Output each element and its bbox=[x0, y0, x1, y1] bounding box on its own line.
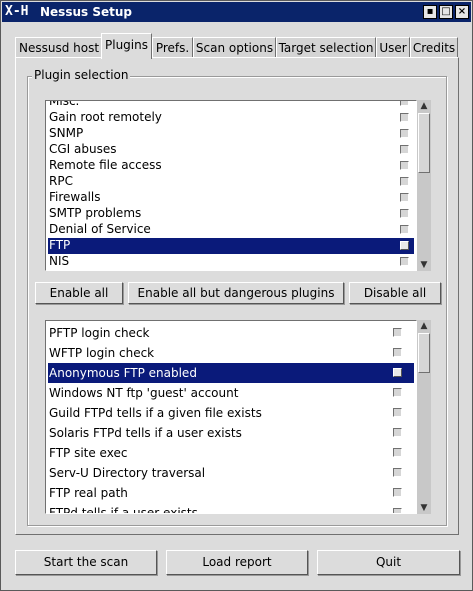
title-bar[interactable]: X-H Nessus Setup ▪ □ × bbox=[2, 2, 471, 22]
list-item-snmp[interactable]: SNMP bbox=[48, 126, 414, 142]
list-item-ftpd-user-exists[interactable]: FTPd tells if a user exists bbox=[48, 503, 414, 514]
list-item-label: Gain root remotely bbox=[49, 110, 162, 124]
list-item-guild-ftpd-file-exists[interactable]: Guild FTPd tells if a given file exists bbox=[48, 403, 414, 423]
list-item-label: Windows NT ftp 'guest' account bbox=[49, 386, 239, 400]
list-item-gain-root-remotely[interactable]: Gain root remotely bbox=[48, 110, 414, 126]
list-item-anonymous-ftp-enabled[interactable]: Anonymous FTP enabled bbox=[48, 363, 414, 383]
family-checkbox[interactable] bbox=[400, 177, 409, 186]
list-item-label: WFTP login check bbox=[49, 346, 155, 360]
plugin-selection-label: Plugin selection bbox=[32, 68, 131, 82]
list-item-firewalls[interactable]: Firewalls bbox=[48, 190, 414, 206]
plugin-checkbox[interactable] bbox=[393, 468, 402, 477]
list-item-pftp-login-check[interactable]: PFTP login check bbox=[48, 323, 414, 343]
close-button[interactable]: × bbox=[455, 5, 469, 19]
list-item-label: Serv-U Directory traversal bbox=[49, 466, 206, 480]
list-item-label: Denial of Service bbox=[49, 222, 151, 236]
family-list-scrollbar[interactable]: ▲ ▼ bbox=[417, 100, 431, 271]
enable-all-button[interactable]: Enable all bbox=[35, 282, 123, 304]
plugin-family-list[interactable]: Misc. Gain root remotely SNMP CGI abuses… bbox=[45, 100, 417, 271]
load-report-button[interactable]: Load report bbox=[166, 550, 308, 575]
plugin-checkbox[interactable] bbox=[393, 348, 402, 357]
family-checkbox[interactable] bbox=[400, 161, 409, 170]
list-item-denial-of-service[interactable]: Denial of Service bbox=[48, 222, 414, 238]
list-item-label: Firewalls bbox=[49, 190, 101, 204]
list-item-label: FTP site exec bbox=[49, 446, 128, 460]
list-item-wftp-login-check[interactable]: WFTP login check bbox=[48, 343, 414, 363]
list-item-solaris-ftpd-user-exists[interactable]: Solaris FTPd tells if a user exists bbox=[48, 423, 414, 443]
family-checkbox[interactable] bbox=[400, 209, 409, 218]
scroll-thumb[interactable] bbox=[418, 333, 430, 373]
app-icon[interactable]: X-H bbox=[5, 4, 31, 20]
list-item-cgi-abuses[interactable]: CGI abuses bbox=[48, 142, 414, 158]
scroll-down-arrow-icon[interactable]: ▼ bbox=[417, 259, 431, 271]
list-item-label: Guild FTPd tells if a given file exists bbox=[49, 406, 262, 420]
plugin-checkbox[interactable] bbox=[393, 428, 402, 437]
minimize-button[interactable]: ▪ bbox=[423, 5, 437, 19]
list-item-rpc[interactable]: RPC bbox=[48, 174, 414, 190]
list-item-ftp-real-path[interactable]: FTP real path bbox=[48, 483, 414, 503]
list-item-smtp-problems[interactable]: SMTP problems bbox=[48, 206, 414, 222]
list-item-remote-file-access[interactable]: Remote file access bbox=[48, 158, 414, 174]
plugin-checkbox[interactable] bbox=[393, 488, 402, 497]
scroll-up-arrow-icon[interactable]: ▲ bbox=[417, 100, 431, 112]
plugins-tab-panel: Plugin selection Misc. Gain root remotel… bbox=[15, 57, 459, 535]
tab-target-selection[interactable]: Target selection bbox=[276, 37, 376, 59]
plugin-list[interactable]: PFTP login check WFTP login check Anonym… bbox=[45, 320, 417, 514]
window-title: Nessus Setup bbox=[40, 5, 132, 19]
tab-credits[interactable]: Credits bbox=[410, 37, 458, 59]
tab-scan-options[interactable]: Scan options bbox=[193, 37, 276, 59]
plugin-list-scrollbar[interactable]: ▲ ▼ bbox=[417, 320, 431, 514]
family-checkbox[interactable] bbox=[400, 113, 409, 122]
plugin-checkbox[interactable] bbox=[393, 448, 402, 457]
family-checkbox[interactable] bbox=[400, 129, 409, 138]
tab-prefs[interactable]: Prefs. bbox=[152, 37, 193, 59]
maximize-button[interactable]: □ bbox=[439, 5, 453, 19]
list-item-label: RPC bbox=[49, 174, 73, 188]
scroll-thumb[interactable] bbox=[418, 113, 430, 173]
family-checkbox[interactable] bbox=[400, 257, 409, 266]
list-item-windows-nt-ftp-guest[interactable]: Windows NT ftp 'guest' account bbox=[48, 383, 414, 403]
family-checkbox[interactable] bbox=[400, 225, 409, 234]
list-item-label: Remote file access bbox=[49, 158, 162, 172]
start-scan-button[interactable]: Start the scan bbox=[15, 550, 157, 575]
list-item-label: Misc. bbox=[49, 100, 80, 108]
family-checkbox[interactable] bbox=[400, 193, 409, 202]
quit-button[interactable]: Quit bbox=[317, 550, 460, 575]
scroll-up-arrow-icon[interactable]: ▲ bbox=[417, 320, 431, 332]
list-item-label: NIS bbox=[49, 254, 70, 268]
tab-user[interactable]: User bbox=[376, 37, 410, 59]
list-item-label: Anonymous FTP enabled bbox=[49, 366, 197, 380]
list-item-ftp[interactable]: FTP bbox=[48, 238, 414, 254]
list-item-label: FTP bbox=[49, 238, 71, 252]
list-item-ftp-site-exec[interactable]: FTP site exec bbox=[48, 443, 414, 463]
list-item-label: SNMP bbox=[49, 126, 84, 140]
list-item-label: PFTP login check bbox=[49, 326, 150, 340]
list-item-label: FTPd tells if a user exists bbox=[49, 506, 198, 514]
list-item-label: SMTP problems bbox=[49, 206, 142, 220]
enable-all-but-dangerous-button[interactable]: Enable all but dangerous plugins bbox=[128, 282, 344, 304]
tab-plugins[interactable]: Plugins bbox=[101, 33, 152, 59]
list-item-label: CGI abuses bbox=[49, 142, 117, 156]
plugin-checkbox[interactable] bbox=[393, 328, 402, 337]
list-item-label: Solaris FTPd tells if a user exists bbox=[49, 426, 242, 440]
plugin-checkbox[interactable] bbox=[393, 508, 402, 513]
list-item-nis[interactable]: NIS bbox=[48, 254, 414, 270]
list-item-serv-u-directory-traversal[interactable]: Serv-U Directory traversal bbox=[48, 463, 414, 483]
scroll-down-arrow-icon[interactable]: ▼ bbox=[417, 502, 431, 514]
plugin-checkbox[interactable] bbox=[393, 368, 402, 377]
family-checkbox[interactable] bbox=[400, 241, 409, 250]
list-item-misc[interactable]: Misc. bbox=[48, 100, 414, 110]
list-item-label: FTP real path bbox=[49, 486, 128, 500]
plugin-checkbox[interactable] bbox=[393, 388, 402, 397]
tab-nessusd-host[interactable]: Nessusd host bbox=[15, 37, 103, 59]
family-checkbox[interactable] bbox=[400, 101, 409, 106]
family-checkbox[interactable] bbox=[400, 145, 409, 154]
disable-all-button[interactable]: Disable all bbox=[349, 282, 441, 304]
nessus-setup-window: X-H Nessus Setup ▪ □ × Nessusd host Plug… bbox=[0, 0, 473, 591]
plugin-checkbox[interactable] bbox=[393, 408, 402, 417]
